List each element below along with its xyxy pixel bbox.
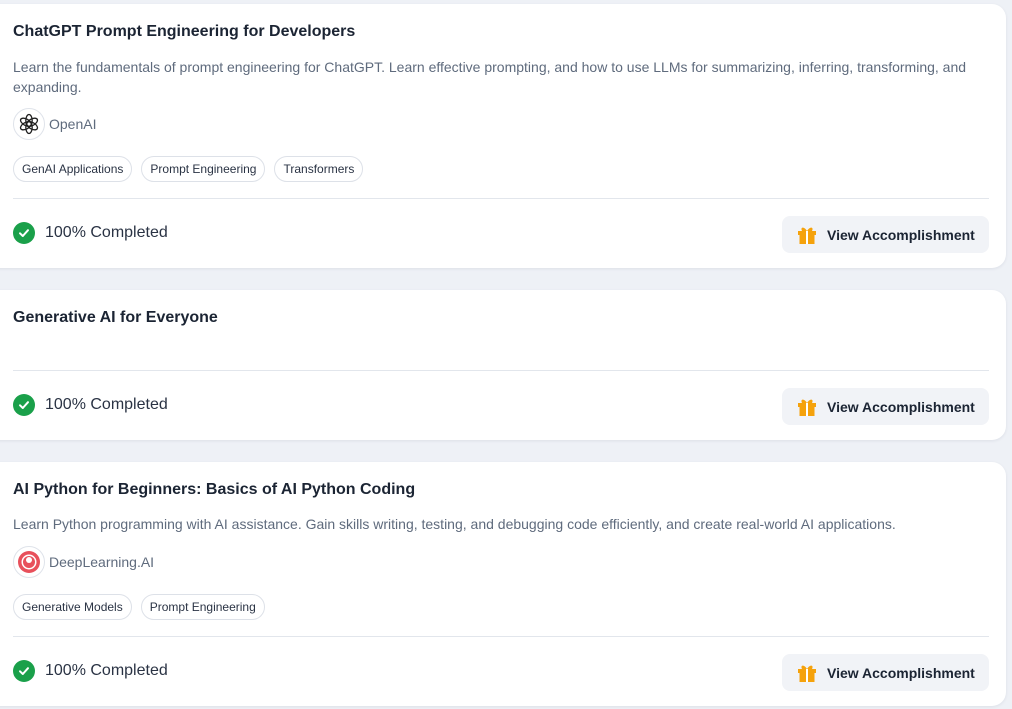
course-card: ChatGPT Prompt Engineering for Developer…: [0, 4, 1006, 268]
deeplearning-ai-logo-icon: [13, 546, 45, 578]
provider-name: OpenAI: [49, 116, 97, 132]
status-text: 100% Completed: [45, 224, 168, 241]
tag-list: GenAI Applications Prompt Engineering Tr…: [13, 156, 364, 182]
view-accomplishment-label: View Accomplishment: [827, 226, 975, 243]
tag[interactable]: Transformers: [274, 156, 364, 182]
divider: [13, 370, 989, 371]
view-accomplishment-button[interactable]: View Accomplishment: [782, 216, 989, 253]
completion-status: 100% Completed: [13, 393, 168, 417]
view-accomplishment-button[interactable]: View Accomplishment: [782, 654, 989, 691]
gift-icon: [796, 662, 818, 684]
divider: [13, 198, 989, 199]
completion-status: 100% Completed: [13, 221, 168, 245]
view-accomplishment-label: View Accomplishment: [827, 398, 975, 415]
course-description: Learn Python programming with AI assista…: [13, 516, 896, 532]
course-title[interactable]: Generative AI for Everyone: [13, 309, 218, 327]
gift-icon: [796, 396, 818, 418]
tag[interactable]: Generative Models: [13, 594, 132, 620]
check-circle-icon: [13, 222, 35, 244]
course-card: AI Python for Beginners: Basics of AI Py…: [0, 462, 1006, 706]
completion-status: 100% Completed: [13, 659, 168, 683]
provider: DeepLearning.AI: [13, 546, 154, 578]
tag[interactable]: Prompt Engineering: [140, 594, 265, 620]
provider: OpenAI: [13, 108, 96, 140]
openai-logo-icon: [13, 108, 45, 140]
divider: [13, 636, 989, 637]
course-card: Generative AI for Everyone 100% Complete…: [0, 290, 1006, 440]
tag[interactable]: GenAI Applications: [13, 156, 133, 182]
gift-icon: [796, 224, 818, 246]
status-text: 100% Completed: [45, 662, 168, 679]
provider-name: DeepLearning.AI: [49, 554, 155, 570]
course-title[interactable]: AI Python for Beginners: Basics of AI Py…: [13, 481, 415, 499]
course-description: Learn the fundamentals of prompt enginee…: [13, 59, 967, 95]
view-accomplishment-button[interactable]: View Accomplishment: [782, 388, 989, 425]
view-accomplishment-label: View Accomplishment: [827, 664, 975, 681]
tag-list: Generative Models Prompt Engineering: [13, 594, 265, 620]
check-circle-icon: [13, 660, 35, 682]
tag[interactable]: Prompt Engineering: [141, 156, 266, 182]
check-circle-icon: [13, 394, 35, 416]
course-title[interactable]: ChatGPT Prompt Engineering for Developer…: [13, 23, 355, 41]
status-text: 100% Completed: [45, 396, 168, 413]
